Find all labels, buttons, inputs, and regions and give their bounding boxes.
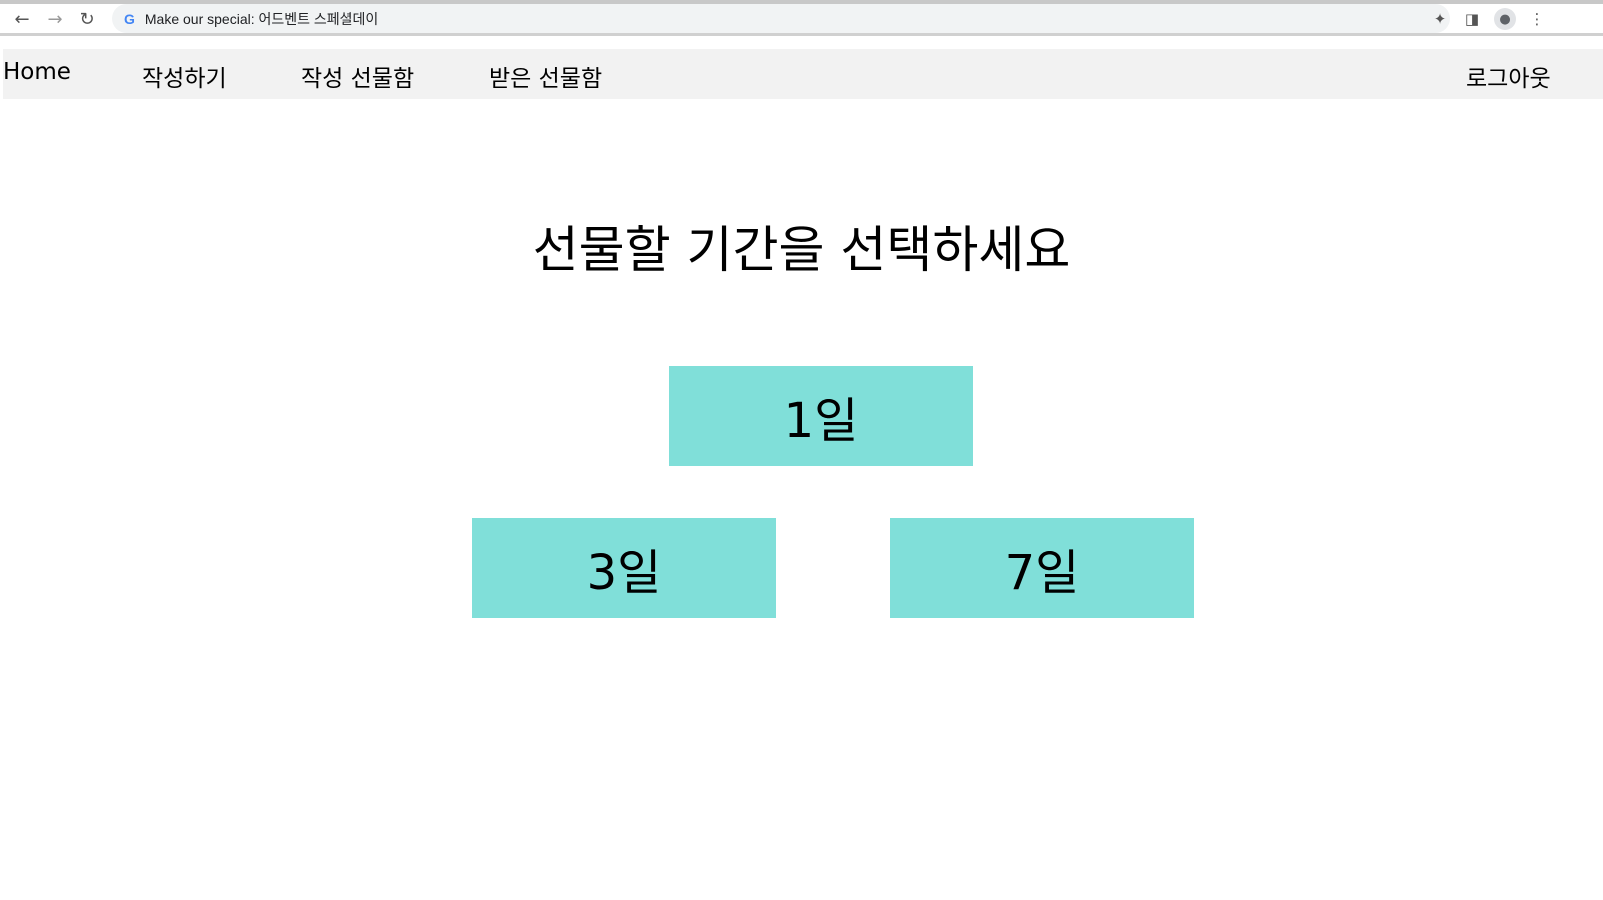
profile-icon[interactable]: ●	[1492, 6, 1518, 32]
forward-icon[interactable]: →	[42, 6, 68, 32]
url-text[interactable]: Make our special: 어드벤트 스페셜데이	[145, 9, 378, 29]
google-icon: G	[124, 10, 135, 27]
avatar: ●	[1494, 8, 1516, 30]
nav-write-link[interactable]: 작성하기	[142, 59, 227, 93]
reload-icon[interactable]: ↻	[74, 6, 100, 32]
seven-days-button[interactable]: 7일	[890, 518, 1194, 618]
side-panel-icon[interactable]: ◨	[1459, 6, 1485, 32]
extensions-icon[interactable]: ✦	[1427, 6, 1453, 32]
top-navbar: Home 작성하기 작성 선물함 받은 선물함 로그아웃	[3, 49, 1603, 99]
nav-logout-link[interactable]: 로그아웃	[1466, 59, 1551, 93]
menu-icon[interactable]: ⋮	[1524, 6, 1550, 32]
back-icon[interactable]: ←	[9, 6, 35, 32]
page-title: 선물할 기간을 선택하세요	[532, 221, 1071, 279]
address-bar[interactable]: G Make our special: 어드벤트 스페셜데이	[112, 4, 1450, 33]
browser-toolbar: ← → ↻ G Make our special: 어드벤트 스페셜데이 ✦ ◨…	[0, 4, 1603, 36]
nav-written-box-link[interactable]: 작성 선물함	[301, 59, 414, 93]
one-day-button[interactable]: 1일	[669, 366, 973, 466]
three-days-button[interactable]: 3일	[472, 518, 776, 618]
nav-received-box-link[interactable]: 받은 선물함	[489, 59, 602, 93]
nav-home-link[interactable]: Home	[3, 59, 71, 85]
